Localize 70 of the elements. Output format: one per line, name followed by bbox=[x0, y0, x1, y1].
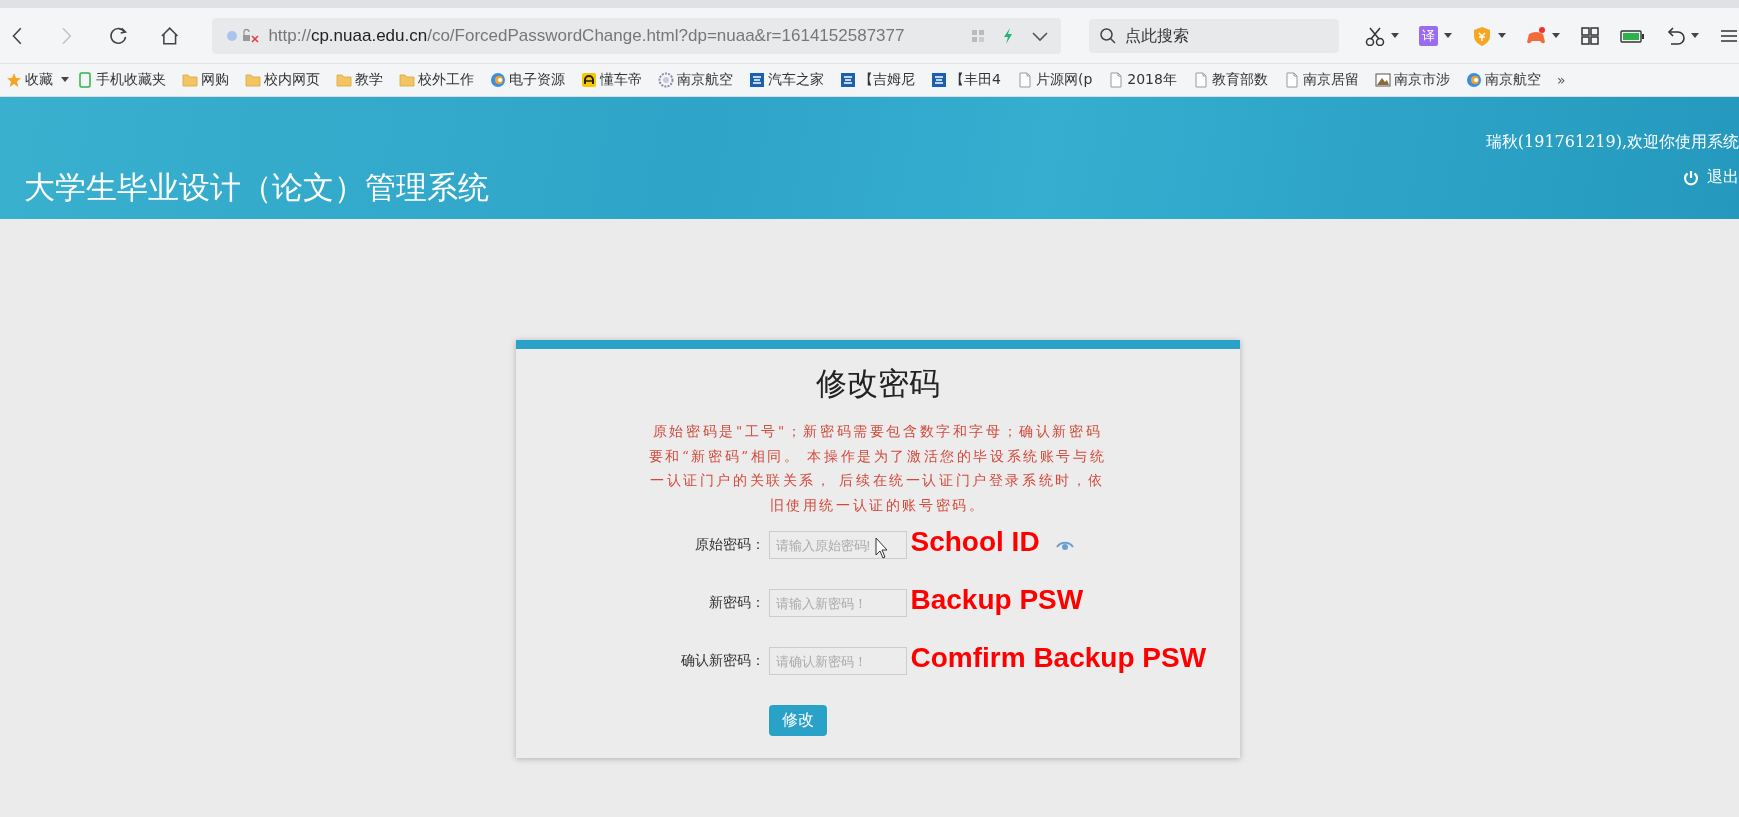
scissors-icon[interactable] bbox=[1365, 25, 1385, 46]
bookmark-link[interactable]: 南京航空 bbox=[1484, 71, 1541, 89]
field-label: 原始密码： bbox=[693, 536, 766, 554]
url-text: http://cp.nuaa.edu.cn/co/ForcedPasswordChange.html?dp=nuaa&r=1614152587377 bbox=[268, 25, 905, 46]
phone-icon bbox=[77, 72, 93, 88]
bookmark-link[interactable]: 收藏 bbox=[25, 71, 53, 89]
annotation-text: School ID bbox=[910, 525, 1040, 559]
caret-icon[interactable] bbox=[1391, 32, 1399, 39]
bookmark-link[interactable]: 【丰田4 bbox=[950, 71, 1001, 89]
star-icon bbox=[6, 72, 22, 88]
annotation-text: Backup PSW bbox=[910, 583, 1084, 617]
bookmark-link[interactable]: 懂车帝 bbox=[600, 71, 642, 89]
home-icon[interactable] bbox=[158, 24, 181, 47]
address-bar[interactable]: http://cp.nuaa.edu.cn/co/ForcedPasswordChange.html?dp=nuaa&r=1614152587377 bbox=[212, 17, 1061, 54]
search-field[interactable]: 点此搜索 bbox=[1089, 18, 1339, 53]
globe-icon bbox=[1465, 72, 1482, 88]
page-icon bbox=[1192, 72, 1209, 88]
site-logo-icon bbox=[840, 72, 856, 88]
field-label: 新密码： bbox=[707, 594, 766, 612]
folder-icon bbox=[336, 72, 352, 88]
system-title: 大学生毕业设计（论文）管理系统 bbox=[24, 168, 489, 207]
cursor-icon bbox=[874, 537, 891, 561]
password-field[interactable]: 请输入原始密码! bbox=[768, 531, 907, 559]
password-field[interactable]: 请输入新密码！ bbox=[768, 589, 907, 617]
bookmark-link[interactable]: 网购 bbox=[201, 71, 229, 89]
bookmark-link[interactable]: 片源网(p bbox=[1035, 71, 1093, 89]
bookmark-link[interactable]: 教学 bbox=[355, 71, 383, 89]
caret-icon[interactable] bbox=[1691, 32, 1699, 39]
annotation-text: Comfirm Backup PSW bbox=[910, 641, 1207, 675]
back-icon[interactable] bbox=[12, 26, 22, 45]
bookmark-link[interactable]: 教育部数 bbox=[1211, 71, 1268, 89]
bookmark-link[interactable]: 校内网页 bbox=[264, 71, 320, 89]
notice-text: 原始密码是"工号"；新密码需要包含数字和字母；确认新密码要和“新密码”相同。 本操作是为了激活您的毕设系统账号与统一认证门户的关联关系， 后续在统一认证门户登录系统时，依旧使用统一认证的账号密码。 bbox=[647, 422, 1108, 515]
power-icon bbox=[1683, 169, 1699, 186]
search-icon bbox=[1099, 26, 1117, 45]
more-bookmarks-button[interactable]: » bbox=[1556, 72, 1566, 88]
bookmark-link[interactable]: 手机收藏夹 bbox=[96, 71, 166, 89]
bookmark-link[interactable]: 校外工作 bbox=[418, 71, 474, 89]
bookmark-link[interactable]: 2018年 bbox=[1127, 71, 1177, 89]
caret-icon[interactable] bbox=[1498, 32, 1506, 39]
grid-icon[interactable] bbox=[1580, 25, 1600, 46]
field-label: 确认新密码： bbox=[679, 652, 766, 670]
photo-icon bbox=[1374, 72, 1391, 88]
gamepad-icon[interactable] bbox=[1526, 25, 1546, 46]
bookmark-link[interactable]: 南京居留 bbox=[1302, 71, 1359, 89]
car-badge-icon bbox=[581, 72, 597, 88]
bookmark-link[interactable]: 【吉姆尼 bbox=[859, 71, 915, 89]
page-icon bbox=[1108, 72, 1125, 88]
folder-icon bbox=[182, 72, 198, 88]
bookmark-link[interactable]: 电子资源 bbox=[509, 71, 565, 89]
caret-icon[interactable] bbox=[61, 77, 69, 83]
welcome-text: 瑞秋(191761219),欢迎你使用系统 bbox=[1485, 132, 1739, 153]
caret-icon[interactable] bbox=[1444, 32, 1452, 39]
page-icon bbox=[1016, 72, 1033, 88]
gear-icon bbox=[658, 72, 674, 88]
card-title: 修改密码 bbox=[815, 364, 940, 403]
site-logo-icon bbox=[931, 72, 947, 88]
site-logo-icon bbox=[749, 72, 765, 88]
folder-icon bbox=[399, 72, 415, 88]
page-icon bbox=[1283, 72, 1300, 88]
bookmark-link[interactable]: 汽车之家 bbox=[768, 71, 824, 89]
folder-icon bbox=[245, 72, 261, 88]
bookmark-link[interactable]: 南京市涉 bbox=[1393, 71, 1450, 89]
password-field[interactable]: 请确认新密码！ bbox=[768, 647, 907, 675]
globe-icon bbox=[490, 72, 506, 88]
caret-icon[interactable] bbox=[1552, 32, 1560, 39]
undo-icon[interactable] bbox=[1665, 25, 1685, 46]
dropdown-caret-icon[interactable] bbox=[1031, 29, 1049, 42]
bookmark-link[interactable]: 南京航空 bbox=[677, 71, 733, 89]
translate-button[interactable]: 译 bbox=[1419, 25, 1438, 46]
